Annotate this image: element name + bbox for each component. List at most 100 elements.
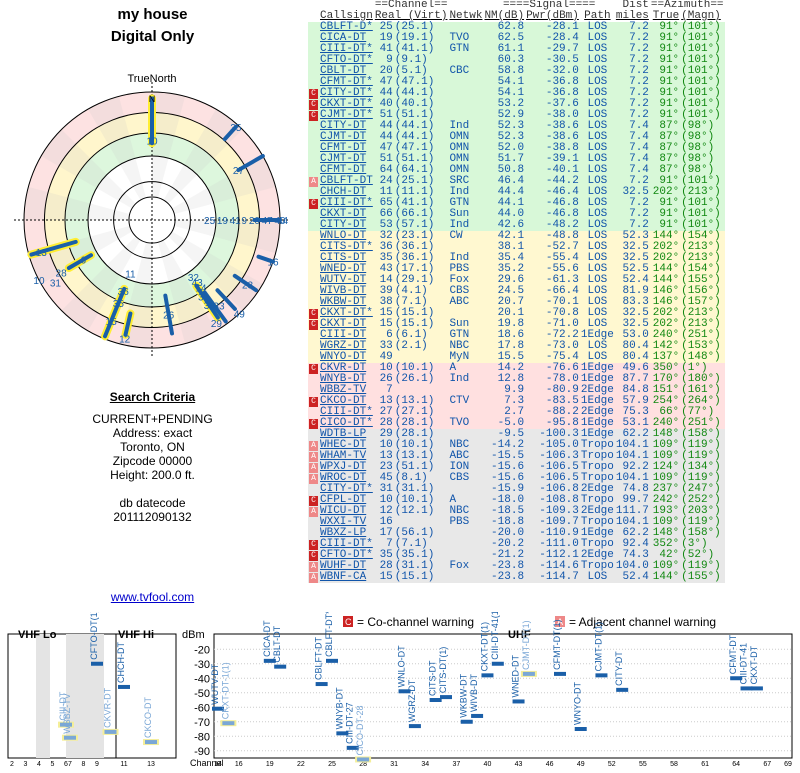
spectrum-section: C = Co-channel warning A = Adjacent channel…	[0, 607, 800, 768]
warning-badge: C	[308, 396, 319, 407]
warning-badge	[308, 528, 319, 539]
spectrum-chart: C = Co-channel warning A = Adjacent channel…	[7, 607, 793, 768]
warning-badge: C	[308, 88, 319, 99]
warning-badge: C	[308, 550, 319, 561]
warning-badge	[308, 429, 319, 440]
criteria-line: Zipcode 00000	[112, 454, 193, 468]
spectrum-bar-label: WGRZ-DT	[407, 679, 417, 722]
station-channel-label: 6	[80, 256, 86, 267]
page-title: my house	[117, 6, 188, 23]
warning-badge: C	[308, 110, 319, 121]
callsign[interactable]: WBNF-CA	[319, 572, 374, 583]
station-channel-label: 20	[249, 216, 261, 227]
network	[448, 572, 483, 583]
co-channel-warning-icon: C	[309, 419, 318, 429]
legend-adjacent-text: = Adjacent channel warning	[569, 615, 716, 629]
adjacent-channel-warning-icon: A	[309, 452, 318, 462]
spectrum-bar-label: CJMT-DT(1)	[521, 620, 531, 670]
y-tick-label: -80	[194, 731, 210, 743]
co-channel-warning-icon: C	[309, 551, 318, 561]
spectrum-bar-label: WNYO-DT	[573, 682, 583, 725]
channel-tick-label: 69	[784, 761, 792, 768]
spectrum-bar-label: WKBW-DT	[459, 673, 469, 717]
warning-badge	[308, 297, 319, 308]
table-row[interactable]: A WBNF-CA 15 (15.1) -23.8 -114.7 LOS 52.4 144° (1…	[308, 572, 725, 583]
virtual-channel: (15.1)	[394, 571, 435, 583]
spectrum-bar-label: WUTV-DT	[210, 663, 220, 704]
polar-plot: TrueNorth102725 19 41 9 20 47 44401362810 31113…	[14, 73, 290, 358]
co-channel-warning-icon: C	[309, 320, 318, 330]
criteria-line: Toronto, ON	[120, 440, 185, 454]
channel-tick-label: 9	[95, 761, 99, 768]
network: Ind	[449, 373, 470, 385]
warning-badge	[308, 187, 319, 198]
station-channel-label: 23	[242, 280, 254, 291]
channel-tick-label: 25	[328, 761, 336, 768]
warning-badge: A	[308, 176, 319, 187]
warning-badge	[308, 264, 319, 275]
co-channel-warning-icon: C	[309, 364, 318, 374]
warning-badge: A	[308, 440, 319, 451]
warning-badge: A	[308, 451, 319, 462]
spectrum-bar-label: CIII-DT-27	[345, 702, 355, 744]
warning-badge	[308, 407, 319, 418]
network: CBS	[449, 472, 470, 484]
spectrum-bar-label: CFTO-DT(1)	[89, 612, 99, 660]
channel-tick-label: 7	[68, 761, 72, 768]
nm-db: -23.8	[491, 571, 525, 583]
spectrum-bar-label: CICO-DT-28	[355, 705, 365, 755]
station-channel-label: 29	[211, 319, 223, 330]
spectrum-bar-label: CJMT-DT(1)	[593, 622, 603, 672]
network: Fox	[449, 560, 470, 572]
spectrum-bar-label: WNLO-DT	[397, 645, 407, 687]
spectrum-bar	[491, 661, 504, 666]
spectrum-bar	[145, 740, 157, 745]
warning-badge: A	[308, 561, 319, 572]
co-channel-warning-icon: C	[309, 89, 318, 99]
page-subtitle: Digital Only	[110, 28, 195, 45]
y-tick-label: -40	[194, 673, 210, 685]
station-channel-label: 16	[267, 258, 279, 269]
station-channel-label: 35	[230, 123, 242, 134]
spectrum-bar	[460, 719, 473, 724]
spectrum-bar-label: CBLFT-DT	[314, 637, 324, 681]
channel-tick-label: 64	[732, 761, 740, 768]
spectrum-bar	[481, 673, 494, 678]
station-channel-label: 31	[50, 279, 62, 290]
warning-badge: C	[308, 198, 319, 209]
network	[448, 528, 483, 539]
warning-badge: C	[308, 319, 319, 330]
spectrum-bar-label: CHCH-DT	[116, 641, 126, 682]
search-criteria: Search Criteria CURRENT+PENDING Address:…	[0, 390, 305, 524]
tvfool-link[interactable]: www.tvfool.com	[0, 590, 305, 604]
warning-badge	[308, 77, 319, 88]
vhf-hi-label: VHF Hi	[118, 629, 154, 641]
spectrum-bar	[750, 686, 763, 691]
warning-badge: C	[308, 99, 319, 110]
warning-badge	[308, 121, 319, 132]
warning-badge: C	[308, 539, 319, 550]
spectrum-bar-label: CKXT-DT(1)	[479, 622, 489, 672]
warning-badge: A	[308, 462, 319, 473]
channel-tick-label: 49	[577, 761, 585, 768]
warning-badge	[308, 352, 319, 363]
virtual-channel: (2.1)	[394, 340, 428, 352]
channel-tick-label: 61	[701, 761, 709, 768]
station-channel-label: 47	[262, 216, 274, 227]
spectrum-bar-label: CKCO-DT	[143, 697, 153, 738]
network: CTV	[449, 395, 470, 407]
adjacent-channel-warning-icon: A	[309, 507, 318, 517]
adjacent-channel-warning-icon: A	[309, 177, 318, 187]
warning-badge	[308, 209, 319, 220]
adjacent-channel-warning-icon: A	[309, 573, 318, 583]
station-channel-label: 15	[106, 317, 118, 328]
station-channel-label: 19	[217, 216, 229, 227]
legend-c-label: C	[345, 617, 352, 627]
adjacent-channel-warning-icon: A	[309, 474, 318, 484]
spectrum-bar	[471, 713, 484, 718]
spectrum-bar-label: CITS-DT(1)	[438, 647, 448, 694]
station-channel-label: 26	[163, 311, 175, 322]
distance: 52.4	[622, 571, 649, 583]
spectrum-bar-label: CFMT-DT	[728, 634, 738, 674]
co-channel-warning-icon: C	[309, 199, 318, 209]
